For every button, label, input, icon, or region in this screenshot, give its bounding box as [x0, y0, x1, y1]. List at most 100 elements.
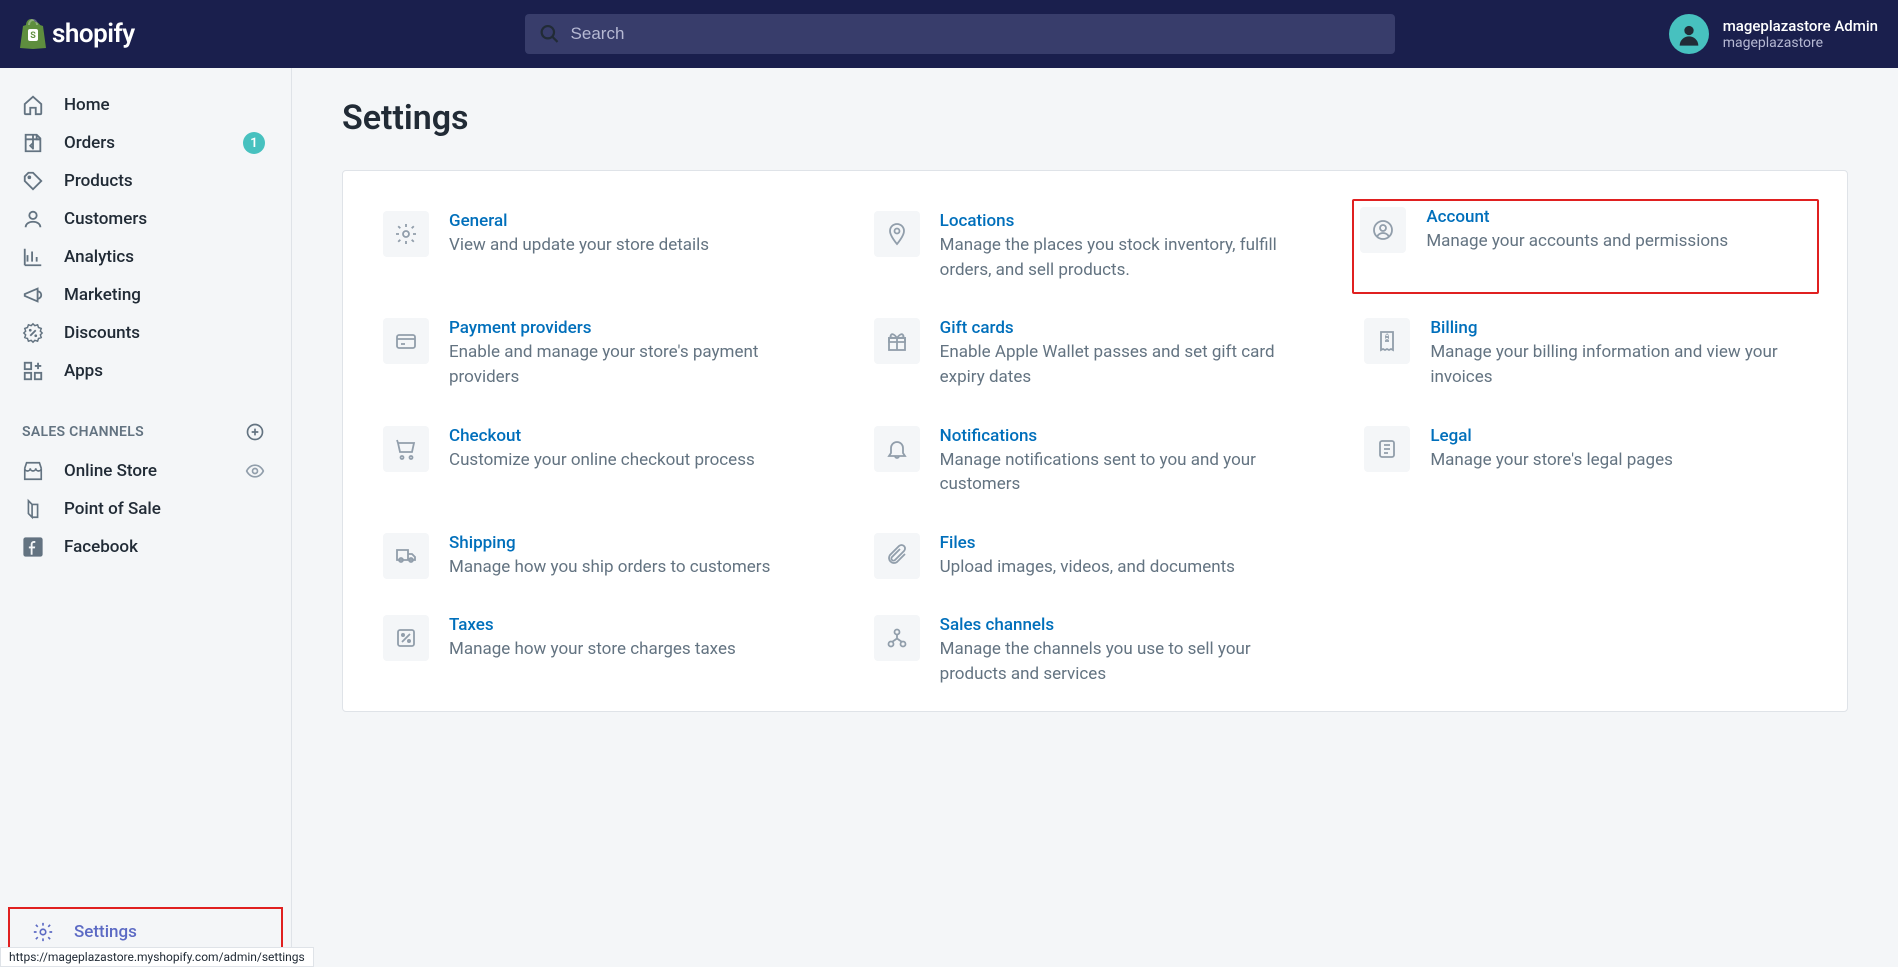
percent-icon [383, 615, 429, 661]
tile-text: Files Upload images, videos, and documen… [940, 533, 1235, 580]
tile-desc: Upload images, videos, and documents [940, 555, 1235, 580]
tile-desc: Manage your accounts and permissions [1426, 229, 1728, 254]
avatar [1669, 14, 1709, 54]
bell-icon [874, 426, 920, 472]
discounts-icon [22, 322, 44, 344]
gift-icon [874, 318, 920, 364]
sidebar-item-apps[interactable]: Apps [0, 352, 291, 390]
nav-label: Analytics [64, 247, 134, 267]
settings-tile-taxes[interactable]: Taxes Manage how your store charges taxe… [379, 611, 830, 690]
nav-label: Apps [64, 361, 103, 381]
sidebar: Home Orders1ProductsCustomers Analytics Mar… [0, 68, 292, 967]
sidebar-item-products[interactable]: Products [0, 162, 291, 200]
channel-label: Point of Sale [64, 499, 161, 519]
user-text: mageplazastore Admin mageplazastore [1723, 17, 1878, 51]
channel-label: Online Store [64, 461, 157, 481]
tile-text: Payment providers Enable and manage your… [449, 318, 826, 389]
home-icon [22, 94, 44, 116]
sidebar-item-orders[interactable]: Orders1 [0, 124, 291, 162]
tile-text: Sales channels Manage the channels you u… [940, 615, 1317, 686]
gear-icon [32, 921, 54, 943]
tile-text: Locations Manage the places you stock in… [940, 211, 1317, 282]
tile-text: Account Manage your accounts and permiss… [1426, 207, 1728, 254]
brand-area[interactable]: S shopify [20, 19, 292, 49]
tile-desc: Enable and manage your store's payment p… [449, 340, 826, 389]
search-icon [539, 23, 560, 45]
sidebar-item-customers[interactable]: Customers [0, 200, 291, 238]
tile-title: Payment providers [449, 318, 826, 338]
main-content: Settings General View and update your st… [292, 68, 1898, 967]
sales-channels-header: SALES CHANNELS [0, 412, 291, 452]
user-circle-icon [1360, 207, 1406, 253]
gear-icon [383, 211, 429, 257]
card-icon [383, 318, 429, 364]
tile-desc: View and update your store details [449, 233, 709, 258]
settings-tile-shipping[interactable]: Shipping Manage how you ship orders to c… [379, 529, 830, 584]
tile-text: Notifications Manage notifications sent … [940, 426, 1317, 497]
settings-tile-locations[interactable]: Locations Manage the places you stock in… [870, 207, 1321, 286]
sidebar-item-home[interactable]: Home [0, 86, 291, 124]
tile-title: Notifications [940, 426, 1317, 446]
settings-tile-billing[interactable]: Billing Manage your billing information … [1360, 314, 1811, 393]
settings-label: Settings [74, 922, 137, 942]
search-box[interactable] [525, 14, 1395, 54]
avatar-icon [1675, 20, 1703, 48]
tile-title: Shipping [449, 533, 770, 553]
sidebar-item-discounts[interactable]: Discounts [0, 314, 291, 352]
cart-icon [383, 426, 429, 472]
nav-label: Home [64, 95, 110, 115]
page-title: Settings [342, 98, 1848, 138]
add-channel-button[interactable] [245, 422, 265, 442]
tile-text: Billing Manage your billing information … [1430, 318, 1807, 389]
tile-text: Legal Manage your store's legal pages [1430, 426, 1673, 473]
settings-tile-files[interactable]: Files Upload images, videos, and documen… [870, 529, 1321, 584]
channel-online-store[interactable]: Online Store [0, 452, 291, 490]
user-name: mageplazastore Admin [1723, 17, 1878, 35]
tile-desc: Manage your store's legal pages [1430, 448, 1673, 473]
tile-desc: Manage your billing information and view… [1430, 340, 1807, 389]
tile-desc: Manage how you ship orders to customers [449, 555, 770, 580]
marketing-icon [22, 284, 44, 306]
sidebar-item-analytics[interactable]: Analytics [0, 238, 291, 276]
tile-title: Locations [940, 211, 1317, 231]
sidebar-item-marketing[interactable]: Marketing [0, 276, 291, 314]
analytics-icon [22, 246, 44, 268]
tile-desc: Manage how your store charges taxes [449, 637, 736, 662]
tile-text: Taxes Manage how your store charges taxe… [449, 615, 736, 662]
tile-title: Sales channels [940, 615, 1317, 635]
settings-tile-payment-providers[interactable]: Payment providers Enable and manage your… [379, 314, 830, 393]
eye-icon[interactable] [245, 461, 265, 481]
browser-status-bar: https://mageplazastore.myshopify.com/adm… [0, 947, 314, 967]
settings-tile-checkout[interactable]: Checkout Customize your online checkout … [379, 422, 830, 501]
settings-tile-account[interactable]: Account Manage your accounts and permiss… [1352, 199, 1819, 294]
settings-tile-sales-channels[interactable]: Sales channels Manage the channels you u… [870, 611, 1321, 690]
network-icon [874, 615, 920, 661]
tile-text: Gift cards Enable Apple Wallet passes an… [940, 318, 1317, 389]
store-icon [22, 460, 44, 482]
pin-icon [874, 211, 920, 257]
settings-tile-gift-cards[interactable]: Gift cards Enable Apple Wallet passes an… [870, 314, 1321, 393]
channel-point-of-sale[interactable]: Point of Sale [0, 490, 291, 528]
tile-title: Files [940, 533, 1235, 553]
orders-icon [22, 132, 44, 154]
tile-desc: Manage notifications sent to you and you… [940, 448, 1317, 497]
channel-facebook[interactable]: Facebook [0, 528, 291, 566]
search-input[interactable] [571, 24, 1382, 44]
settings-tile-legal[interactable]: Legal Manage your store's legal pages [1360, 422, 1811, 501]
tile-title: Checkout [449, 426, 755, 446]
settings-tile-notifications[interactable]: Notifications Manage notifications sent … [870, 422, 1321, 501]
settings-tile-general[interactable]: General View and update your store detai… [379, 207, 830, 286]
scroll-icon [1364, 426, 1410, 472]
svg-text:S: S [30, 31, 36, 41]
tile-text: Checkout Customize your online checkout … [449, 426, 755, 473]
nav-label: Discounts [64, 323, 140, 343]
brand-text: shopify [52, 19, 135, 49]
tile-title: Taxes [449, 615, 736, 635]
customers-icon [22, 208, 44, 230]
facebook-icon [22, 536, 44, 558]
tile-title: General [449, 211, 709, 231]
sales-channels-label: SALES CHANNELS [22, 424, 144, 440]
user-store: mageplazastore [1723, 35, 1878, 51]
pos-icon [22, 498, 44, 520]
user-menu[interactable]: mageplazastore Admin mageplazastore [1629, 14, 1878, 54]
